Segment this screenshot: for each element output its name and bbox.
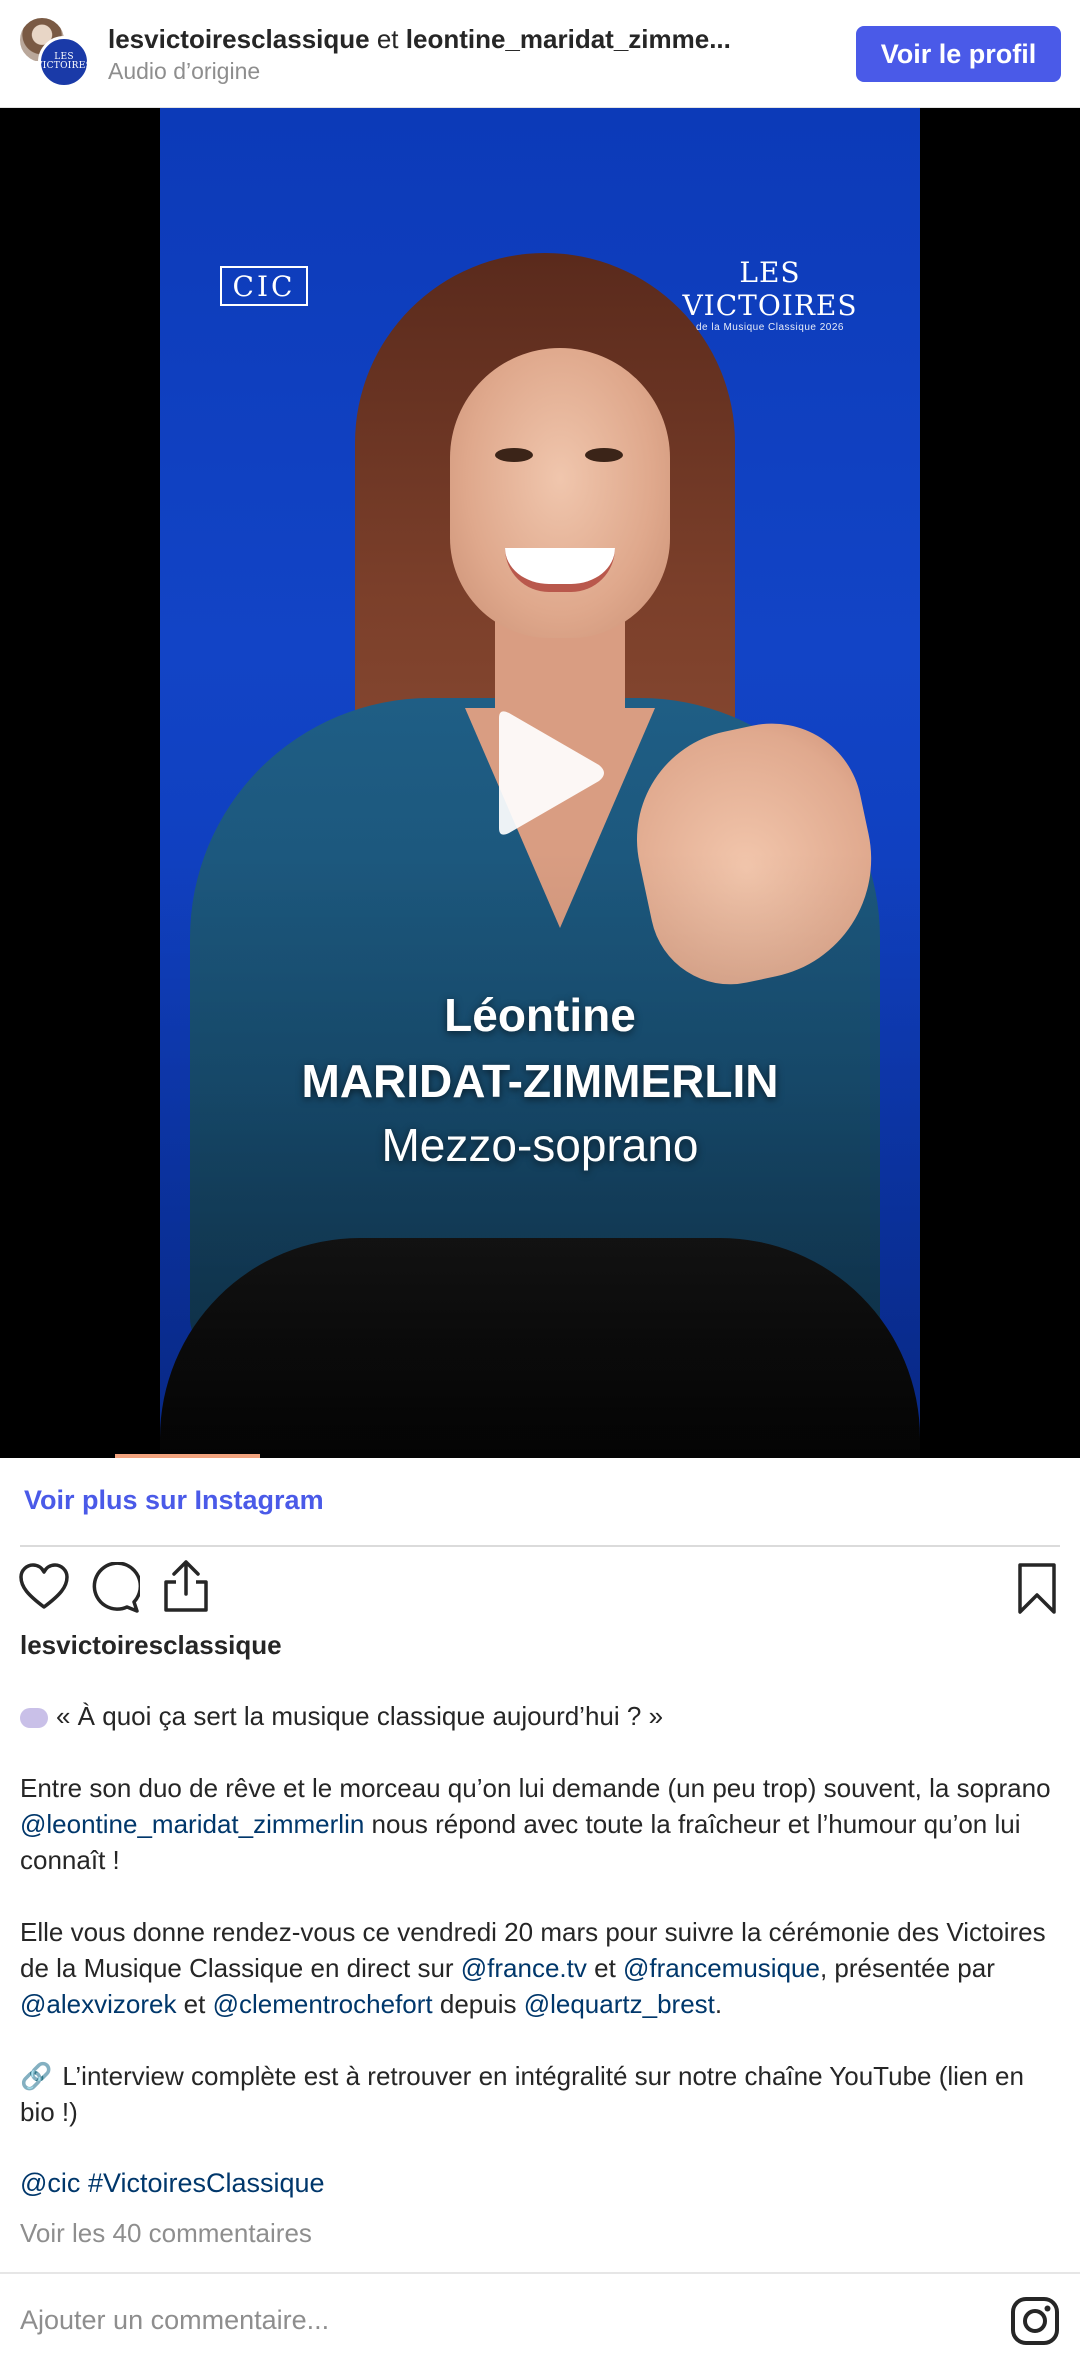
caption-paragraph-2: Entre son duo de rêve et le morceau qu’o…: [20, 1770, 1065, 1878]
post-accounts: lesvictoiresclassique et leontine_marida…: [108, 24, 748, 55]
link-icon: 🔗: [20, 2061, 53, 2091]
cic-logo: CIC: [220, 266, 308, 306]
caption-line-1: « À quoi ça sert la musique classique au…: [56, 1701, 664, 1731]
bookmark-icon[interactable]: [1016, 1562, 1058, 1616]
divider: [0, 2272, 1080, 2274]
caption-text: et: [176, 1989, 213, 2019]
post-caption: « À quoi ça sert la musique classique au…: [20, 1698, 1065, 2166]
caption-text: , présentée par: [819, 1953, 995, 1983]
victoires-logo: LES VICTOIRES de la Musique Classique 20…: [670, 256, 870, 333]
hashtag-victoiresclassique[interactable]: #VictoiresClassique: [88, 2168, 325, 2198]
video-player[interactable]: CIC LES VICTOIRES de la Musique Classiqu…: [0, 108, 1080, 1458]
view-comments-link[interactable]: Voir les 40 commentaires: [20, 2218, 312, 2249]
victoires-logo-main: LES VICTOIRES: [682, 256, 858, 322]
mention-clementrochefort[interactable]: @clementrochefort: [213, 1989, 433, 2019]
caption-text: depuis: [432, 1989, 524, 2019]
add-comment-input[interactable]: Ajouter un commentaire...: [20, 2305, 329, 2336]
caption-paragraph-3: Elle vous donne rendez-vous ce vendredi …: [20, 1914, 1065, 2022]
accounts-joiner: et: [376, 24, 399, 54]
audio-label[interactable]: Audio d’origine: [108, 58, 260, 85]
divider: [20, 1545, 1060, 1547]
caption-username[interactable]: lesvictoiresclassique: [20, 1630, 282, 1661]
mention-alexvizorek[interactable]: @alexvizorek: [20, 1989, 176, 2019]
avatar-logo-text: LES VICTOIRES: [35, 52, 93, 71]
speech-bubble-icon: [20, 1708, 48, 1729]
caption-paragraph-4: 🔗 L’interview complète est à retrouver en…: [20, 2058, 1065, 2130]
victoires-logo-sub: de la Musique Classique 2026: [696, 322, 844, 333]
video-name-last: MARIDAT-ZIMMERLIN: [301, 1055, 779, 1107]
comment-icon[interactable]: [88, 1562, 140, 1614]
instagram-icon[interactable]: [1010, 2296, 1060, 2346]
play-icon[interactable]: [485, 708, 609, 838]
view-profile-button[interactable]: Voir le profil: [856, 26, 1061, 82]
avatar-stack[interactable]: LES VICTOIRES: [18, 16, 93, 88]
account-link-leontine[interactable]: leontine_maridat_zimme...: [406, 24, 731, 54]
caption-text: Entre son duo de rêve et le morceau qu’o…: [20, 1773, 1051, 1803]
avatar-lesvictoires[interactable]: LES VICTOIRES: [35, 36, 93, 88]
caption-text: L’interview complète est à retrouver en …: [20, 2061, 1024, 2127]
view-more-instagram-link[interactable]: Voir plus sur Instagram: [24, 1485, 324, 1516]
share-icon[interactable]: [160, 1558, 212, 1614]
caption-tags: @cic #VictoiresClassique: [20, 2168, 325, 2199]
mention-leontine[interactable]: @leontine_maridat_zimmerlin: [20, 1809, 364, 1839]
video-progress-hint: [115, 1454, 260, 1458]
caption-text: .: [714, 1989, 723, 2019]
caption-text: et: [586, 1953, 624, 1983]
account-link-lesvictoiresclassique[interactable]: lesvictoiresclassique: [108, 24, 370, 54]
heart-icon[interactable]: [18, 1562, 70, 1612]
mention-lequartz-brest[interactable]: @lequartz_brest: [524, 1989, 715, 2019]
mention-francemusique[interactable]: @francemusique: [623, 1953, 820, 1983]
mention-cic[interactable]: @cic: [20, 2168, 80, 2198]
caption-paragraph-1: « À quoi ça sert la musique classique au…: [20, 1698, 1065, 1734]
mention-francetv[interactable]: @france.tv: [461, 1953, 587, 1983]
post-header: LES VICTOIRES lesvictoiresclassique et l…: [0, 0, 1080, 108]
video-name-first: Léontine: [444, 989, 636, 1041]
video-role: Mezzo-soprano: [381, 1119, 699, 1171]
